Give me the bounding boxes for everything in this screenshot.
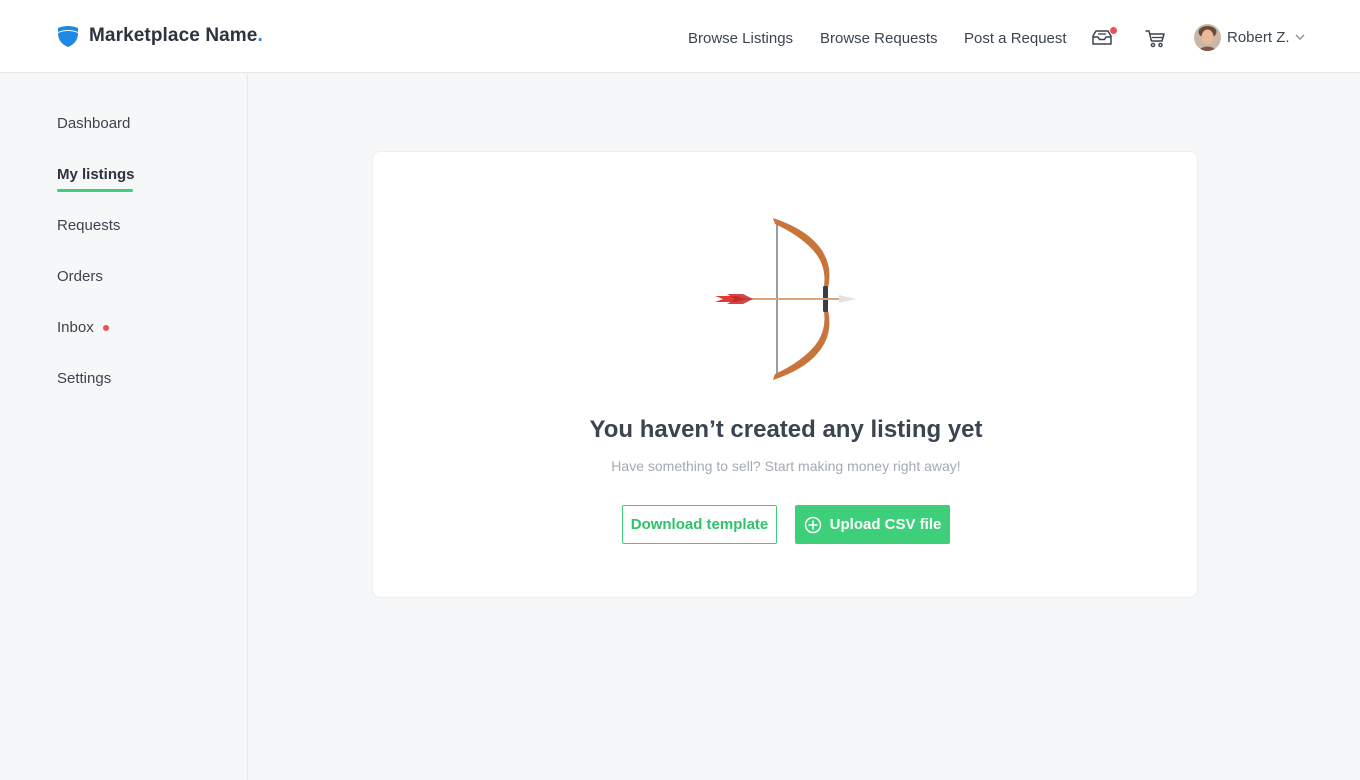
brand[interactable]: Marketplace Name. xyxy=(56,24,263,48)
brand-dot: . xyxy=(257,25,263,46)
brand-logo-icon xyxy=(58,26,78,47)
sidebar-item-settings[interactable]: Settings xyxy=(57,370,111,387)
upload-csv-button[interactable]: Upload CSV file xyxy=(795,505,950,544)
nav-browse-listings[interactable]: Browse Listings xyxy=(688,30,793,47)
sidebar-item-dashboard[interactable]: Dashboard xyxy=(57,115,130,132)
empty-state-title: You haven’t created any listing yet xyxy=(589,416,983,443)
cart-button[interactable] xyxy=(1145,29,1167,54)
sidebar-item-label: Requests xyxy=(57,217,121,234)
upload-csv-label: Upload CSV file xyxy=(829,516,942,533)
sidebar-item-orders[interactable]: Orders xyxy=(57,268,103,285)
sidebar-item-label: Orders xyxy=(57,268,103,285)
active-indicator xyxy=(57,189,133,192)
empty-state-card: You haven’t created any listing yet Have… xyxy=(372,151,1198,598)
sidebar-item-label: Dashboard xyxy=(57,115,131,132)
avatar xyxy=(1194,24,1221,51)
top-header: Marketplace Name. Browse Listings Browse… xyxy=(0,0,1360,73)
inbox-tray-button[interactable] xyxy=(1090,27,1117,52)
sidebar: Dashboard My listings Requests Orders In… xyxy=(0,74,248,780)
user-name: Robert Z. xyxy=(1227,29,1290,46)
sidebar-item-label: My listings xyxy=(57,166,135,183)
download-template-button[interactable]: Download template xyxy=(622,505,777,544)
nav-browse-requests[interactable]: Browse Requests xyxy=(820,30,938,47)
plus-circle-icon xyxy=(804,516,822,534)
sidebar-item-my-listings[interactable]: My listings xyxy=(57,166,135,183)
user-menu[interactable]: Robert Z. xyxy=(1194,24,1305,51)
brand-name: Marketplace Name xyxy=(89,25,258,46)
download-template-label: Download template xyxy=(630,516,769,533)
sidebar-item-label: Settings xyxy=(57,370,112,387)
empty-state-subtitle: Have something to sell? Start making mon… xyxy=(611,458,961,474)
sidebar-item-requests[interactable]: Requests xyxy=(57,217,120,234)
sidebar-item-label: Inbox xyxy=(57,319,94,336)
nav-post-request[interactable]: Post a Request xyxy=(964,30,1067,47)
bow-and-arrow-icon xyxy=(715,218,856,380)
chevron-down-icon xyxy=(1295,34,1305,40)
shopping-cart-icon xyxy=(1145,30,1165,48)
inbox-unread-dot xyxy=(102,324,109,331)
sidebar-item-inbox[interactable]: Inbox xyxy=(57,319,109,336)
inbox-notification-dot xyxy=(1110,27,1117,34)
